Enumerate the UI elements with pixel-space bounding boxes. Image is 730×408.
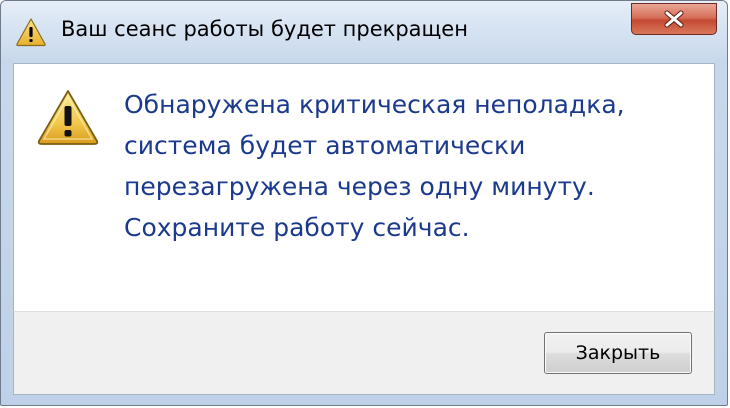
message-line: Обнаружена критическая неполадка, bbox=[124, 90, 625, 119]
message-text: Обнаружена критическая неполадка, систем… bbox=[124, 84, 704, 248]
message-line: перезагружена через одну минуту. bbox=[124, 172, 595, 201]
close-window-button[interactable] bbox=[631, 3, 717, 35]
warning-icon bbox=[16, 18, 46, 47]
message-line: система будет автоматически bbox=[124, 131, 526, 160]
close-button[interactable]: Закрыть bbox=[544, 332, 692, 374]
dialog-window: Ваш сеанс работы будет прекращен Обнаруж… bbox=[0, 0, 728, 406]
dialog-footer: Закрыть bbox=[13, 311, 715, 395]
warning-icon bbox=[37, 90, 99, 145]
message-line: Сохраните работу сейчас. bbox=[124, 213, 470, 242]
title-bar[interactable]: Ваш сеанс работы будет прекращен bbox=[1, 1, 727, 63]
window-title: Ваш сеанс работы будет прекращен bbox=[61, 17, 468, 41]
close-icon bbox=[664, 10, 684, 28]
dialog-content: Обнаружена критическая неполадка, систем… bbox=[13, 63, 715, 311]
